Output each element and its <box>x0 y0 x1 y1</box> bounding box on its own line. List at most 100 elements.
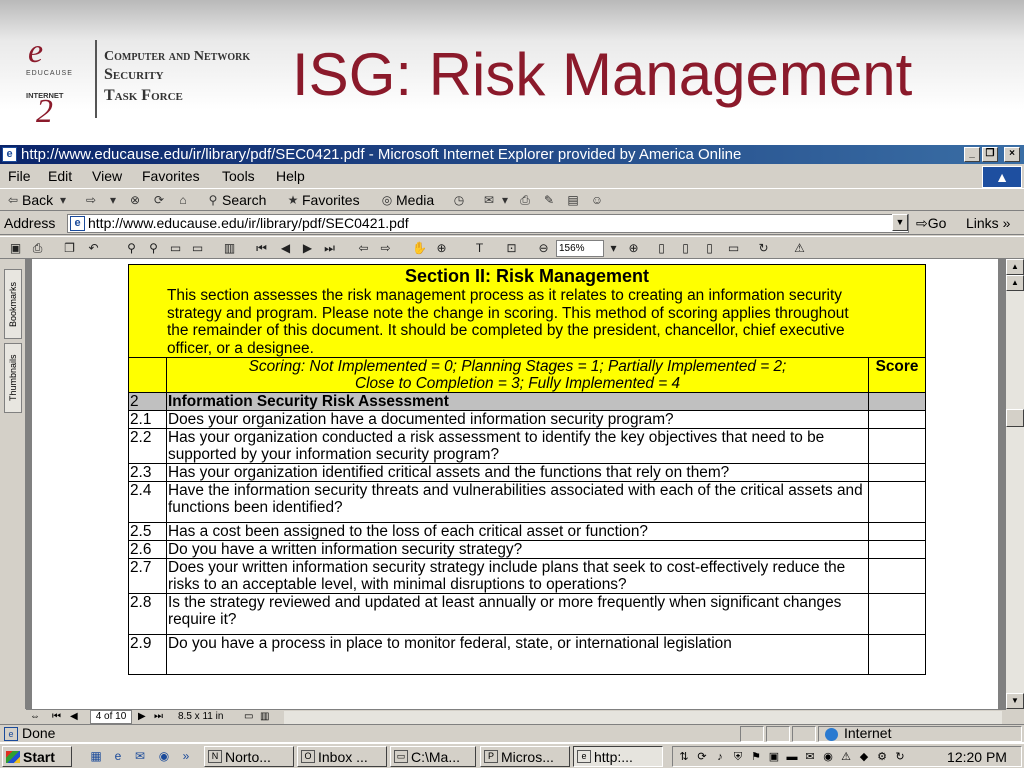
tray-display-icon[interactable]: ▣ <box>767 750 781 764</box>
search-icon[interactable]: ⚲ <box>146 241 161 256</box>
back-arrow-icon[interactable]: ⇦ <box>6 193 20 207</box>
task-inbox[interactable]: O Inbox ... <box>297 746 387 767</box>
quicklaunch-icon[interactable]: ◉ <box>156 749 172 764</box>
window-titlebar[interactable]: e http://www.educause.edu/ir/library/pdf… <box>0 145 1024 164</box>
search-icon[interactable]: ⚲ <box>206 193 220 207</box>
graphics-select-icon[interactable]: ⊡ <box>504 241 519 256</box>
next-page-icon[interactable]: ▶ <box>300 241 315 256</box>
tray-sync-icon[interactable]: ⟳ <box>695 750 709 764</box>
show-desktop-icon[interactable]: ▦ <box>88 749 104 764</box>
scroll-up-icon[interactable]: ▲ <box>1006 259 1024 275</box>
menu-tools[interactable]: Tools <box>222 165 255 187</box>
undo-icon[interactable]: ↶ <box>86 241 101 256</box>
history-icon[interactable]: ◷ <box>452 193 466 207</box>
menu-view[interactable]: View <box>92 165 122 187</box>
bookmarks-tab[interactable]: Bookmarks <box>4 269 22 339</box>
tray-shield-icon[interactable]: ⛨ <box>731 750 745 764</box>
print-icon[interactable]: ⎙ <box>518 193 532 207</box>
rotate-icon[interactable]: ↻ <box>756 241 771 256</box>
address-input[interactable]: e http://www.educause.edu/ir/library/pdf… <box>67 214 909 233</box>
zoom-tool-icon[interactable]: ⊕ <box>434 241 449 256</box>
tray-flag-icon[interactable]: ⚑ <box>749 750 763 764</box>
tray-antivirus-icon[interactable]: ◉ <box>821 750 835 764</box>
tray-mail-icon[interactable]: ✉ <box>803 750 817 764</box>
quicklaunch-more-icon[interactable]: » <box>178 749 194 764</box>
print-icon[interactable]: ⎙ <box>30 241 45 256</box>
forward-dropdown-icon[interactable]: ▾ <box>106 193 120 207</box>
last-page-icon[interactable]: ⏭ <box>154 710 163 724</box>
minimize-button[interactable]: _ <box>964 147 980 162</box>
menu-edit[interactable]: Edit <box>48 165 72 187</box>
mail-icon[interactable]: ✉ <box>482 193 496 207</box>
actual-size-icon[interactable]: ▯ <box>654 241 669 256</box>
continuous-icon[interactable]: ▥ <box>260 710 269 724</box>
zoom-level-field[interactable]: 156% <box>556 240 604 257</box>
task-powerpoint[interactable]: P Micros... <box>480 746 570 767</box>
score-cell[interactable] <box>868 540 926 559</box>
thumbnails-tab[interactable]: Thumbnails <box>4 343 22 413</box>
edit-icon[interactable]: ✎ <box>542 193 556 207</box>
first-page-icon[interactable]: ⏮ <box>52 710 61 724</box>
score-cell[interactable] <box>868 410 926 429</box>
address-dropdown-button[interactable]: ▼ <box>892 214 908 231</box>
scroll-up-page-icon[interactable]: ▲ <box>1006 275 1024 291</box>
fit-visible-icon[interactable]: ▭ <box>726 241 741 256</box>
statusbar-toggle-icon[interactable]: ⇔ <box>30 710 40 724</box>
ie-quicklaunch-icon[interactable]: e <box>110 749 126 764</box>
page-view-2-icon[interactable]: ▭ <box>190 241 205 256</box>
tray-network-icon[interactable]: ⇅ <box>677 750 691 764</box>
first-page-icon[interactable]: ⏮ <box>254 241 269 256</box>
tray-monitor-icon[interactable]: ▬ <box>785 750 799 764</box>
refresh-icon[interactable]: ⟳ <box>152 193 166 207</box>
search-button[interactable]: Search <box>222 189 266 211</box>
text-select-icon[interactable]: T <box>472 241 487 256</box>
score-cell[interactable] <box>868 428 926 464</box>
score-cell[interactable] <box>868 593 926 635</box>
fit-width-icon[interactable]: ▯ <box>702 241 717 256</box>
task-norton[interactable]: N Norto... <box>204 746 294 767</box>
tray-alert-icon[interactable]: ⚠ <box>839 750 853 764</box>
page-number-field[interactable]: 4 of 10 <box>90 710 132 724</box>
save-icon[interactable]: ▣ <box>8 241 23 256</box>
zoom-dropdown-icon[interactable]: ▾ <box>606 241 621 256</box>
forward-icon[interactable]: ⇨ <box>84 193 98 207</box>
start-button[interactable]: Start <box>2 746 72 767</box>
menu-file[interactable]: File <box>8 165 31 187</box>
task-folder[interactable]: ▭ C:\Ma... <box>390 746 476 767</box>
find-icon[interactable]: ⚲ <box>124 241 139 256</box>
score-cell[interactable] <box>868 522 926 541</box>
stop-icon[interactable]: ⊗ <box>128 193 142 207</box>
scroll-thumb[interactable] <box>1006 409 1024 427</box>
page-view-icon[interactable]: ▭ <box>168 241 183 256</box>
favorites-icon[interactable]: ★ <box>286 193 300 207</box>
tray-gear-icon[interactable]: ⚙ <box>875 750 889 764</box>
next-page-icon[interactable]: ▶ <box>138 710 146 724</box>
score-cell[interactable] <box>868 558 926 594</box>
close-button[interactable]: × <box>1004 147 1020 162</box>
previous-page-icon[interactable]: ◀ <box>278 241 293 256</box>
zoom-out-icon[interactable]: ⊖ <box>536 241 551 256</box>
back-dropdown-icon[interactable]: ▾ <box>56 193 70 207</box>
score-cell[interactable] <box>868 463 926 482</box>
links-button[interactable]: Links » <box>966 212 1010 235</box>
tray-volume-icon[interactable]: ♪ <box>713 750 727 764</box>
menu-favorites[interactable]: Favorites <box>142 165 200 187</box>
go-forward-icon[interactable]: ⇨ <box>378 241 393 256</box>
previous-page-icon[interactable]: ◀ <box>70 710 78 724</box>
single-page-icon[interactable]: ▭ <box>244 710 253 724</box>
go-back-icon[interactable]: ⇦ <box>356 241 371 256</box>
fit-page-icon[interactable]: ▯ <box>678 241 693 256</box>
messenger-icon[interactable]: ☺ <box>590 193 604 207</box>
media-icon[interactable]: ◎ <box>380 193 394 207</box>
menu-help[interactable]: Help <box>276 165 305 187</box>
back-button[interactable]: Back <box>22 189 53 211</box>
navigation-pane-icon[interactable]: ▥ <box>222 241 237 256</box>
score-cell[interactable] <box>868 481 926 523</box>
favorites-button[interactable]: Favorites <box>302 189 360 211</box>
home-icon[interactable]: ⌂ <box>176 193 190 207</box>
copy-icon[interactable]: ❐ <box>62 241 77 256</box>
scroll-down-icon[interactable]: ▼ <box>1006 693 1024 709</box>
task-browser[interactable]: e http:... <box>573 746 663 767</box>
media-button[interactable]: Media <box>396 189 434 211</box>
tray-diamond-icon[interactable]: ◆ <box>857 750 871 764</box>
